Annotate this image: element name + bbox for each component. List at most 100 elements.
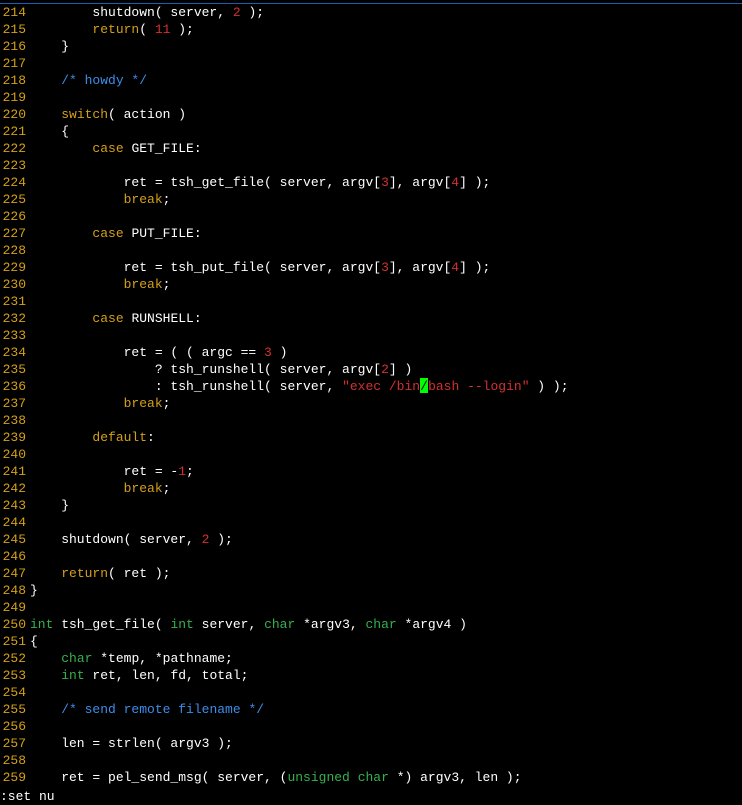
code-line[interactable] <box>30 55 742 72</box>
code-line[interactable]: case RUNSHELL: <box>30 310 742 327</box>
code-line[interactable]: { <box>30 633 742 650</box>
code-line[interactable]: /* send remote filename */ <box>30 701 742 718</box>
code-line[interactable] <box>30 327 742 344</box>
line-number: 257 <box>0 735 26 752</box>
code-line[interactable] <box>30 412 742 429</box>
line-number: 222 <box>0 140 26 157</box>
token-plain: ; <box>163 192 171 207</box>
token-kw: case <box>92 141 123 156</box>
code-line[interactable] <box>30 242 742 259</box>
line-number: 228 <box>0 242 26 259</box>
line-number: 247 <box>0 565 26 582</box>
token-plain: ; <box>163 396 171 411</box>
line-number: 250 <box>0 616 26 633</box>
line-number: 226 <box>0 208 26 225</box>
token-plain <box>30 566 61 581</box>
code-line[interactable] <box>30 684 742 701</box>
token-kw: break <box>124 192 163 207</box>
line-number: 237 <box>0 395 26 412</box>
code-line[interactable] <box>30 157 742 174</box>
code-line[interactable]: ret = pel_send_msg( server, (unsigned ch… <box>30 769 742 786</box>
line-number: 252 <box>0 650 26 667</box>
code-line[interactable]: return( 11 ); <box>30 21 742 38</box>
token-plain: server, <box>194 617 264 632</box>
code-line[interactable]: ret = tsh_put_file( server, argv[3], arg… <box>30 259 742 276</box>
code-line[interactable]: shutdown( server, 2 ); <box>30 4 742 21</box>
code-line[interactable]: switch( action ) <box>30 106 742 123</box>
line-number: 229 <box>0 259 26 276</box>
code-line[interactable]: len = strlen( argv3 ); <box>30 735 742 752</box>
code-line[interactable]: default: <box>30 429 742 446</box>
line-number: 235 <box>0 361 26 378</box>
token-plain: ( action ) <box>108 107 186 122</box>
code-line[interactable]: ret = ( ( argc == 3 ) <box>30 344 742 361</box>
code-area[interactable]: shutdown( server, 2 ); return( 11 ); } /… <box>30 4 742 805</box>
line-number: 254 <box>0 684 26 701</box>
code-line[interactable]: break; <box>30 395 742 412</box>
token-str: "exec /bin <box>342 379 420 394</box>
token-type: int <box>61 668 84 683</box>
token-num: 11 <box>155 22 171 37</box>
token-type: char <box>61 651 92 666</box>
code-line[interactable]: shutdown( server, 2 ); <box>30 531 742 548</box>
token-kw: break <box>124 481 163 496</box>
token-num: 2 <box>233 5 241 20</box>
token-plain: ? tsh_runshell( server, argv[ <box>30 362 381 377</box>
line-number: 225 <box>0 191 26 208</box>
code-line[interactable]: ? tsh_runshell( server, argv[2] ) <box>30 361 742 378</box>
token-plain <box>30 73 61 88</box>
line-number: 249 <box>0 599 26 616</box>
code-line[interactable]: char *temp, *pathname; <box>30 650 742 667</box>
code-line[interactable] <box>30 548 742 565</box>
token-kw: break <box>124 277 163 292</box>
code-line[interactable] <box>30 599 742 616</box>
code-line[interactable]: break; <box>30 480 742 497</box>
code-line[interactable]: int ret, len, fd, total; <box>30 667 742 684</box>
line-number: 243 <box>0 497 26 514</box>
command-status-line[interactable]: :set nu <box>0 788 55 805</box>
token-plain: PUT_FILE: <box>124 226 202 241</box>
token-plain: *temp, *pathname; <box>92 651 232 666</box>
line-number: 214 <box>0 4 26 21</box>
code-line[interactable]: case PUT_FILE: <box>30 225 742 242</box>
code-line[interactable]: case GET_FILE: <box>30 140 742 157</box>
code-line[interactable]: /* howdy */ <box>30 72 742 89</box>
code-line[interactable]: } <box>30 582 742 599</box>
code-line[interactable]: } <box>30 38 742 55</box>
code-line[interactable]: ret = tsh_get_file( server, argv[3], arg… <box>30 174 742 191</box>
token-plain: tsh_get_file( <box>53 617 170 632</box>
code-line[interactable] <box>30 293 742 310</box>
code-line[interactable]: : tsh_runshell( server, "exec /bin/bash … <box>30 378 742 395</box>
token-plain <box>30 311 92 326</box>
token-plain: shutdown( server, <box>30 5 233 20</box>
line-number: 238 <box>0 412 26 429</box>
code-line[interactable] <box>30 89 742 106</box>
code-line[interactable]: int tsh_get_file( int server, char *argv… <box>30 616 742 633</box>
code-line[interactable] <box>30 514 742 531</box>
code-line[interactable]: { <box>30 123 742 140</box>
text-cursor: / <box>420 378 428 393</box>
token-plain <box>30 226 92 241</box>
token-plain: ], argv[ <box>389 175 451 190</box>
code-line[interactable]: return( ret ); <box>30 565 742 582</box>
token-num: 3 <box>381 175 389 190</box>
line-number: 251 <box>0 633 26 650</box>
code-line[interactable] <box>30 752 742 769</box>
line-number: 215 <box>0 21 26 38</box>
token-plain: { <box>30 124 69 139</box>
code-line[interactable]: } <box>30 497 742 514</box>
code-line[interactable] <box>30 208 742 225</box>
code-editor[interactable]: 2142152162172182192202212222232242252262… <box>0 4 742 805</box>
code-line[interactable] <box>30 718 742 735</box>
line-number: 246 <box>0 548 26 565</box>
token-plain: { <box>30 634 38 649</box>
token-plain <box>30 430 92 445</box>
token-plain: ret = tsh_get_file( server, argv[ <box>30 175 381 190</box>
token-kw: switch <box>61 107 108 122</box>
code-line[interactable]: ret = -1; <box>30 463 742 480</box>
token-plain <box>30 651 61 666</box>
code-line[interactable] <box>30 446 742 463</box>
code-line[interactable]: break; <box>30 191 742 208</box>
token-plain <box>30 702 61 717</box>
code-line[interactable]: break; <box>30 276 742 293</box>
